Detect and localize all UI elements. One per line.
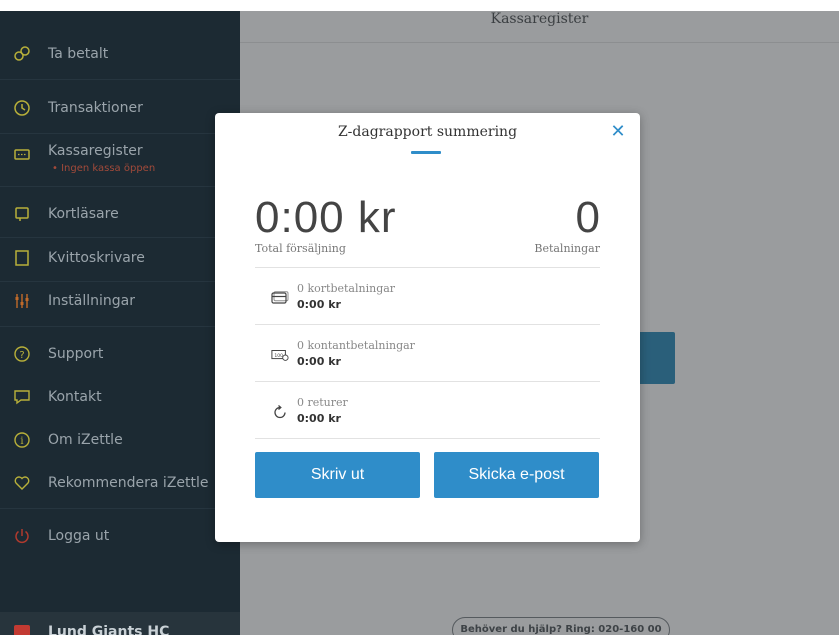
row-title: 0 kontantbetalningar [297, 339, 415, 352]
sidebar-item-logga-ut[interactable]: Logga ut [0, 511, 240, 561]
sidebar-item-label: Kassaregister [48, 143, 143, 159]
sliders-icon [11, 290, 33, 312]
chat-icon [11, 386, 33, 408]
close-icon[interactable]: ✕ [609, 123, 627, 141]
info-icon: i [11, 429, 33, 451]
register-status: • Ingen kassa öppen [52, 163, 156, 174]
row-title: 0 returer [297, 396, 348, 409]
sidebar-item-label: Transaktioner [48, 100, 143, 116]
sidebar-item-label: Kortläsare [48, 206, 119, 222]
row-amount: 0:00 kr [297, 412, 341, 425]
send-email-button[interactable]: Skicka e-post [434, 452, 599, 498]
register-icon [11, 143, 33, 165]
heart-icon [11, 472, 33, 494]
cash-icon: 100 [271, 347, 289, 363]
top-strip [0, 0, 839, 11]
title-underline [411, 151, 441, 154]
sidebar-item-label: Inställningar [48, 293, 136, 309]
sidebar-item-ta-betalt[interactable]: Ta betalt [0, 29, 240, 79]
sidebar: Ta betalt Transaktioner Kassaregister • … [0, 11, 240, 635]
sidebar-item-kortlasare[interactable]: Kortläsare [0, 189, 240, 239]
account-name: Lund Giants HC [48, 624, 170, 635]
page-title: Kassaregister [490, 11, 589, 27]
list-item: 0 returer 0:00 kr [255, 384, 600, 440]
coins-icon [11, 43, 33, 65]
account-switcher[interactable]: Lund Giants HC [0, 612, 240, 635]
svg-text:100: 100 [274, 353, 283, 359]
total-amount: 0:00 kr [255, 193, 397, 242]
sidebar-item-label: Kvittoskrivare [48, 250, 145, 266]
sidebar-item-label: Logga ut [48, 528, 110, 544]
power-icon [11, 525, 33, 547]
printer-icon [11, 247, 33, 269]
z-report-dialog: Z-dagrapport summering ✕ 0:00 kr 0 Total… [215, 113, 640, 542]
row-amount: 0:00 kr [297, 355, 341, 368]
sidebar-item-label: Rekommendera iZettle [48, 475, 209, 491]
svg-text:i: i [20, 436, 23, 447]
sidebar-item-label: Kontakt [48, 389, 102, 405]
sidebar-item-label: Support [48, 346, 104, 362]
question-icon: ? [11, 343, 33, 365]
total-label: Total försäljning [255, 242, 346, 255]
flag-icon [14, 625, 30, 635]
sidebar-item-rekommendera[interactable]: Rekommendera iZettle [0, 458, 240, 508]
svg-text:?: ? [19, 350, 24, 361]
divider [255, 324, 600, 325]
row-title: 0 kortbetalningar [297, 282, 396, 295]
divider [255, 438, 600, 439]
divider [0, 508, 240, 509]
sidebar-item-label: Ta betalt [48, 46, 109, 62]
card-icon [271, 290, 289, 306]
sidebar-item-label: Om iZettle [48, 432, 123, 448]
divider [255, 267, 600, 268]
dialog-title: Z-dagrapport summering [337, 124, 518, 140]
clock-icon [11, 97, 33, 119]
sidebar-item-installningar[interactable]: Inställningar [0, 276, 240, 326]
list-item: 100 0 kontantbetalningar 0:00 kr [255, 327, 600, 383]
print-button[interactable]: Skriv ut [255, 452, 420, 498]
divider [0, 79, 240, 80]
main-header: Kassaregister [240, 11, 839, 43]
divider [0, 186, 240, 187]
sidebar-item-transaktioner[interactable]: Transaktioner [0, 83, 240, 133]
row-amount: 0:00 kr [297, 298, 341, 311]
refresh-icon [271, 404, 289, 420]
payment-count: 0 [575, 193, 600, 242]
divider [255, 381, 600, 382]
list-item: 0 kortbetalningar 0:00 kr [255, 270, 600, 326]
divider [0, 326, 240, 327]
card-reader-icon [11, 203, 33, 225]
count-label: Betalningar [534, 242, 600, 255]
help-phone-link[interactable]: Behöver du hjälp? Ring: 020-160 00 17 [452, 617, 670, 635]
